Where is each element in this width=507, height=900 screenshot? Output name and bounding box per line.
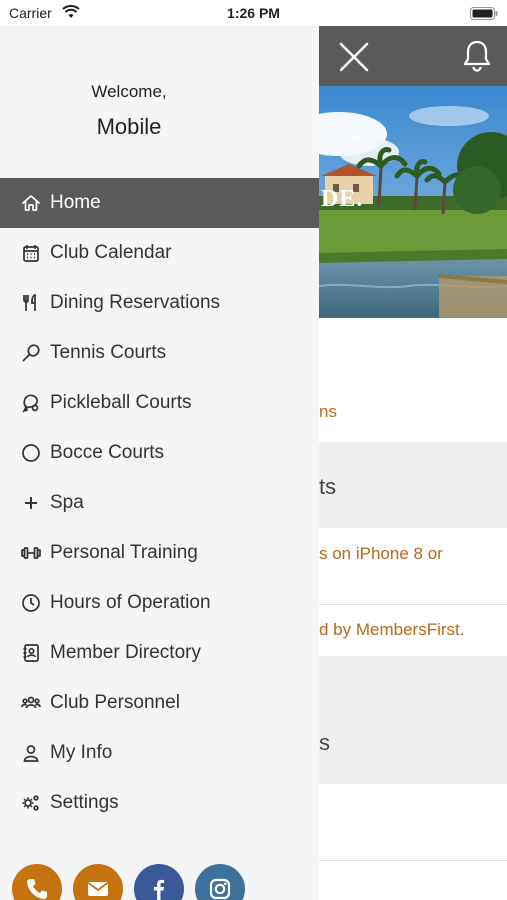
menu-item-member-directory[interactable]: Member Directory [0,628,319,678]
social-links [12,864,256,900]
facebook-icon [154,879,165,900]
card-link-text-2[interactable]: s on iPhone 8 or [319,544,443,564]
section-header-2 [319,656,507,784]
menu-item-bocce-courts[interactable]: Bocce Courts [0,428,319,478]
section-header-1 [319,442,507,528]
menu-item-label: Settings [50,792,119,813]
menu-item-label: Tennis Courts [50,342,167,363]
card-divider [319,604,507,605]
gears-icon [20,792,42,814]
circle-icon [20,442,42,464]
welcome-greeting: Welcome, [91,82,167,101]
section-title-1: ts [319,474,337,499]
status-bar: Carrier 1:26 PM [0,0,507,26]
menu-item-dining-reservations[interactable]: Dining Reservations [0,278,319,328]
content-card-1 [319,318,507,442]
menu-item-label: Personal Training [50,542,198,563]
tennis-racket-icon [20,342,42,364]
menu-item-personal-training[interactable]: Personal Training [0,528,319,578]
close-icon[interactable] [337,40,371,74]
menu-item-label: Dining Reservations [50,292,221,313]
menu-item-hours-of-operation[interactable]: Hours of Operation [0,578,319,628]
dumbbell-icon [20,542,42,564]
instagram-icon [209,878,231,900]
instagram-button[interactable] [195,864,245,900]
menu-item-label: Home [50,192,101,213]
menu-item-label: Spa [50,492,84,513]
menu-item-label: Hours of Operation [50,592,211,613]
clock-time: 1:26 PM [227,5,280,21]
menu-item-spa[interactable]: Spa [0,478,319,528]
menu-item-club-calendar[interactable]: Club Calendar [0,228,319,278]
menu-item-pickleball-courts[interactable]: Pickleball Courts [0,378,319,428]
battery-icon [470,7,498,20]
menu-item-my-info[interactable]: My Info [0,728,319,778]
user-name: Mobile [96,114,162,139]
menu-item-club-personnel[interactable]: Club Personnel [0,678,319,728]
home-screen-background: DE. ns ts s on iPhone 8 or d by MembersF… [319,26,507,900]
hero-image: DE. [319,86,507,318]
content-card-3 [319,784,507,860]
menu-item-label: Bocce Courts [50,442,165,463]
app-header [319,26,507,86]
utensils-icon [20,292,42,314]
menu-item-label: Club Personnel [50,692,180,713]
menu-item-home[interactable]: Home [0,178,319,228]
phone-icon [27,879,47,899]
email-button[interactable] [73,864,123,900]
phone-button[interactable] [12,864,62,900]
clock-icon [20,592,42,614]
side-drawer: Welcome, Mobile Home Club Calendar Dinin… [0,26,319,900]
card-divider-2 [319,860,507,861]
user-icon [20,742,42,764]
drawer-menu: Home Club Calendar Dining Reservations T… [0,178,319,828]
calendar-icon [20,242,42,264]
facebook-button[interactable] [134,864,184,900]
home-icon [20,192,42,214]
content-card-2 [319,528,507,604]
menu-item-label: Pickleball Courts [50,392,192,413]
users-icon [20,692,42,714]
menu-item-settings[interactable]: Settings [0,778,319,828]
card-link-text-1[interactable]: ns [319,402,337,422]
menu-item-label: My Info [50,742,113,763]
address-book-icon [20,642,42,664]
pickleball-paddle-icon [20,392,42,414]
menu-item-label: Member Directory [50,642,201,663]
notification-bell-icon[interactable] [461,38,493,74]
card-link-text-3[interactable]: d by MembersFirst. [319,620,464,640]
section-title-2: s [319,730,330,755]
menu-item-tennis-courts[interactable]: Tennis Courts [0,328,319,378]
menu-item-label: Club Calendar [50,242,172,263]
envelope-icon [87,882,109,896]
plus-icon [20,492,42,514]
hero-brand-text: DE. [321,186,364,212]
